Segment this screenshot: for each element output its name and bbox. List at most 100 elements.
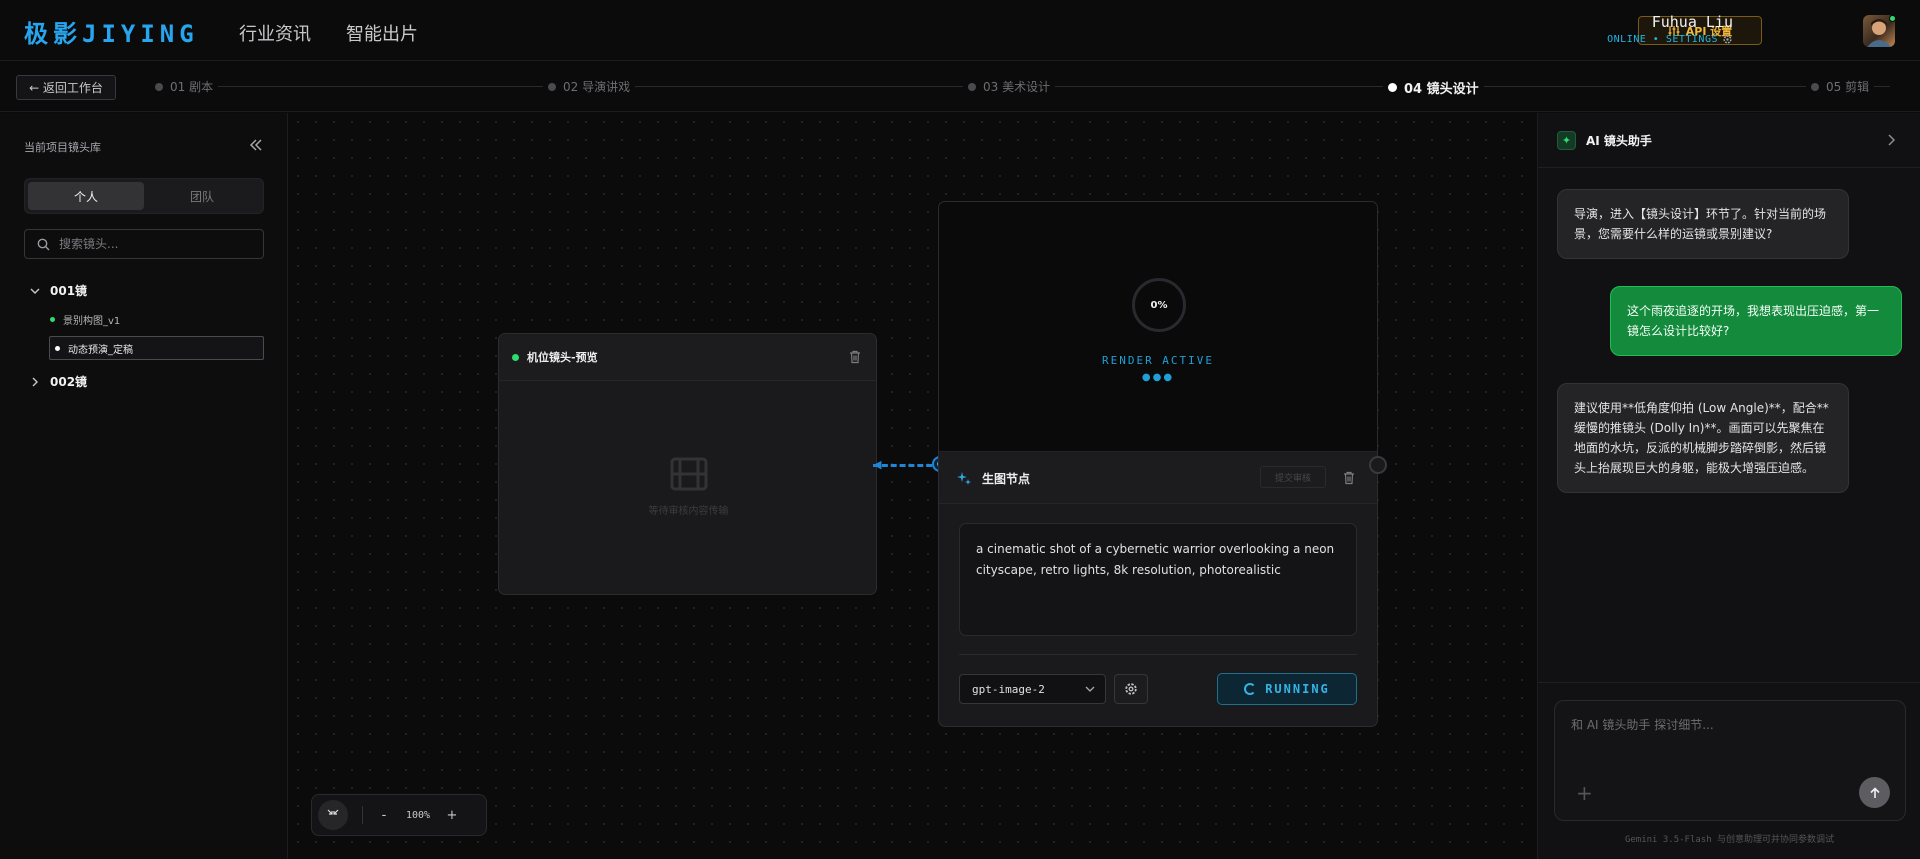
step-01-script[interactable]: 01 剧本 — [150, 78, 219, 95]
library-scope-toggle: 个人 团队 — [24, 178, 264, 214]
render-dots: ●●● — [1141, 372, 1175, 383]
sparkle-icon: ✦ — [1557, 130, 1576, 150]
shot-search — [24, 229, 264, 259]
divider — [362, 806, 363, 824]
chat-input[interactable] — [1571, 716, 1891, 766]
tab-personal[interactable]: 个人 — [28, 182, 144, 210]
chevron-down-icon — [30, 288, 40, 294]
render-status: RENDER ACTIVE — [1101, 354, 1215, 367]
workflow-step-bar: ← 返回工作台 01 剧本 02 导演讲戏 03 美术设计 04 镜头设计 05… — [0, 62, 1920, 112]
zoom-controls: - 100% + — [311, 794, 487, 836]
trash-icon[interactable] — [1342, 471, 1356, 485]
ai-message: 导演，进入【镜头设计】环节了。针对当前的场景，您需要什么样的运镜或景别建议? — [1557, 189, 1849, 259]
step-dot — [1388, 83, 1397, 92]
progress-ring: 0% — [1132, 278, 1186, 332]
shot-group-001[interactable]: 001镜 — [30, 282, 87, 299]
step-04-shot-design[interactable]: 04 镜头设计 — [1383, 78, 1484, 97]
shot-library-panel: 当前项目镜头库 个人 团队 001镜 景别构图_v1 动态预演_定稿 002镜 — [0, 113, 288, 859]
shot-group-label: 001镜 — [50, 284, 88, 298]
output-port[interactable] — [1369, 456, 1387, 474]
render-preview: 0% RENDER ACTIVE ●●● — [939, 202, 1377, 452]
chevron-right-icon — [32, 377, 38, 386]
status-dot — [512, 353, 519, 361]
film-icon — [670, 457, 707, 491]
node-canvas[interactable]: 机位镜头-预览 等待审核内容传输 ◀ 0% RENDER ACTIVE ●●● … — [289, 113, 1536, 859]
prompt-input[interactable]: a cinematic shot of a cybernetic warrior… — [959, 523, 1357, 636]
arrow-up-icon — [1869, 786, 1880, 798]
nav-smart-production[interactable]: 智能出片 — [346, 20, 418, 46]
divider — [1538, 682, 1920, 683]
nav-industry-news[interactable]: 行业资讯 — [239, 20, 311, 46]
step-dot — [968, 82, 976, 91]
run-button[interactable]: RUNNING — [1217, 673, 1357, 705]
assistant-footer: Gemini 3.5-Flash 与创意助理可并协同参数调试 — [1624, 835, 1835, 845]
step-03-art[interactable]: 03 美术设计 — [963, 78, 1056, 95]
app-logo[interactable]: 极影JIYING — [24, 14, 199, 49]
chat-composer: + — [1554, 700, 1906, 821]
node-header[interactable]: 机位镜头-预览 — [499, 334, 876, 381]
shot-item-label: 景别构图_v1 — [63, 316, 121, 327]
step-dot — [1811, 82, 1819, 91]
assistant-header: ✦ AI 镜头助手 — [1538, 113, 1920, 168]
step-dot — [155, 82, 163, 91]
model-settings-button[interactable] — [1114, 674, 1148, 704]
compress-arrows-icon — [327, 809, 339, 815]
spinner-icon — [1244, 683, 1257, 695]
collapse-double-chevron-icon[interactable] — [247, 136, 265, 154]
step-label: 03 美术设计 — [983, 80, 1051, 94]
node-connection-line — [873, 464, 941, 467]
node-title: 机位镜头-预览 — [527, 351, 598, 364]
search-icon — [37, 238, 50, 250]
online-indicator — [1889, 15, 1896, 22]
connection-arrow-icon: ◀ — [873, 458, 882, 471]
zoom-out-button[interactable]: - — [373, 808, 395, 823]
step-02-director[interactable]: 02 导演讲戏 — [543, 78, 636, 95]
user-message: 这个雨夜追逐的开场，我想表现出压迫感，第一镜怎么设计比较好? — [1610, 286, 1902, 356]
submit-review-button[interactable]: 提交审核 — [1260, 466, 1326, 488]
zoom-level: 100% — [405, 809, 431, 821]
step-dot — [548, 82, 556, 91]
camera-preview-node[interactable]: 机位镜头-预览 等待审核内容传输 — [498, 333, 877, 595]
image-gen-node[interactable]: 0% RENDER ACTIVE ●●● 生图节点 提交审核 a cinemat… — [938, 201, 1378, 727]
tab-team[interactable]: 团队 — [144, 182, 260, 210]
divider — [959, 654, 1357, 655]
run-label: RUNNING — [1265, 682, 1330, 696]
model-select[interactable]: gpt-image-2 — [959, 674, 1106, 704]
shot-group-label: 002镜 — [50, 375, 88, 389]
ai-message: 建议使用**低角度仰拍 (Low Angle)**，配合**缓慢的推镜头 (Do… — [1557, 383, 1849, 493]
list-item[interactable]: 景别构图_v1 — [50, 312, 120, 327]
back-to-workspace-button[interactable]: ← 返回工作台 — [16, 75, 116, 100]
shot-item-label: 动态预演_定稿 — [68, 344, 133, 356]
user-status-text: ONLINE • SETTINGS — [1607, 34, 1718, 45]
step-label: 04 镜头设计 — [1404, 82, 1479, 97]
chevron-right-icon[interactable] — [1886, 133, 1898, 147]
send-button[interactable] — [1859, 777, 1890, 808]
gear-icon — [1125, 683, 1137, 695]
chevron-down-icon — [1085, 686, 1095, 692]
ai-assistant-panel: ✦ AI 镜头助手 导演，进入【镜头设计】环节了。针对当前的场景，您需要什么样的… — [1537, 113, 1920, 859]
fit-view-button[interactable] — [318, 800, 348, 830]
model-select-value: gpt-image-2 — [972, 682, 1045, 696]
trash-icon[interactable] — [848, 350, 862, 364]
sparkles-icon — [957, 471, 971, 485]
user-status[interactable]: ONLINE • SETTINGS — [1607, 34, 1733, 45]
step-label: 01 剧本 — [170, 80, 214, 94]
gear-icon[interactable] — [1722, 34, 1733, 45]
attach-plus-icon[interactable]: + — [1576, 781, 1593, 805]
node-title: 生图节点 — [982, 471, 1031, 486]
library-title: 当前项目镜头库 — [24, 141, 101, 154]
step-label: 05 剪辑 — [1826, 80, 1870, 94]
list-item-selected[interactable]: 动态预演_定稿 — [49, 336, 264, 360]
empty-state-text: 等待审核内容传输 — [648, 506, 729, 517]
shot-group-002[interactable]: 002镜 — [30, 373, 87, 390]
status-dot — [50, 317, 55, 322]
zoom-in-button[interactable]: + — [441, 808, 463, 823]
user-name[interactable]: Fuhua Liu — [1652, 13, 1733, 31]
search-input[interactable] — [59, 237, 249, 251]
status-dot — [55, 345, 60, 351]
empty-state: 等待审核内容传输 — [499, 454, 876, 517]
step-label: 02 导演讲戏 — [563, 80, 631, 94]
top-bar: 极影JIYING 行业资讯 智能出片 API 设置 Fuhua Liu ONLI… — [0, 0, 1920, 61]
assistant-title: AI 镜头助手 — [1586, 133, 1652, 148]
step-05-edit[interactable]: 05 剪辑 — [1806, 78, 1875, 95]
